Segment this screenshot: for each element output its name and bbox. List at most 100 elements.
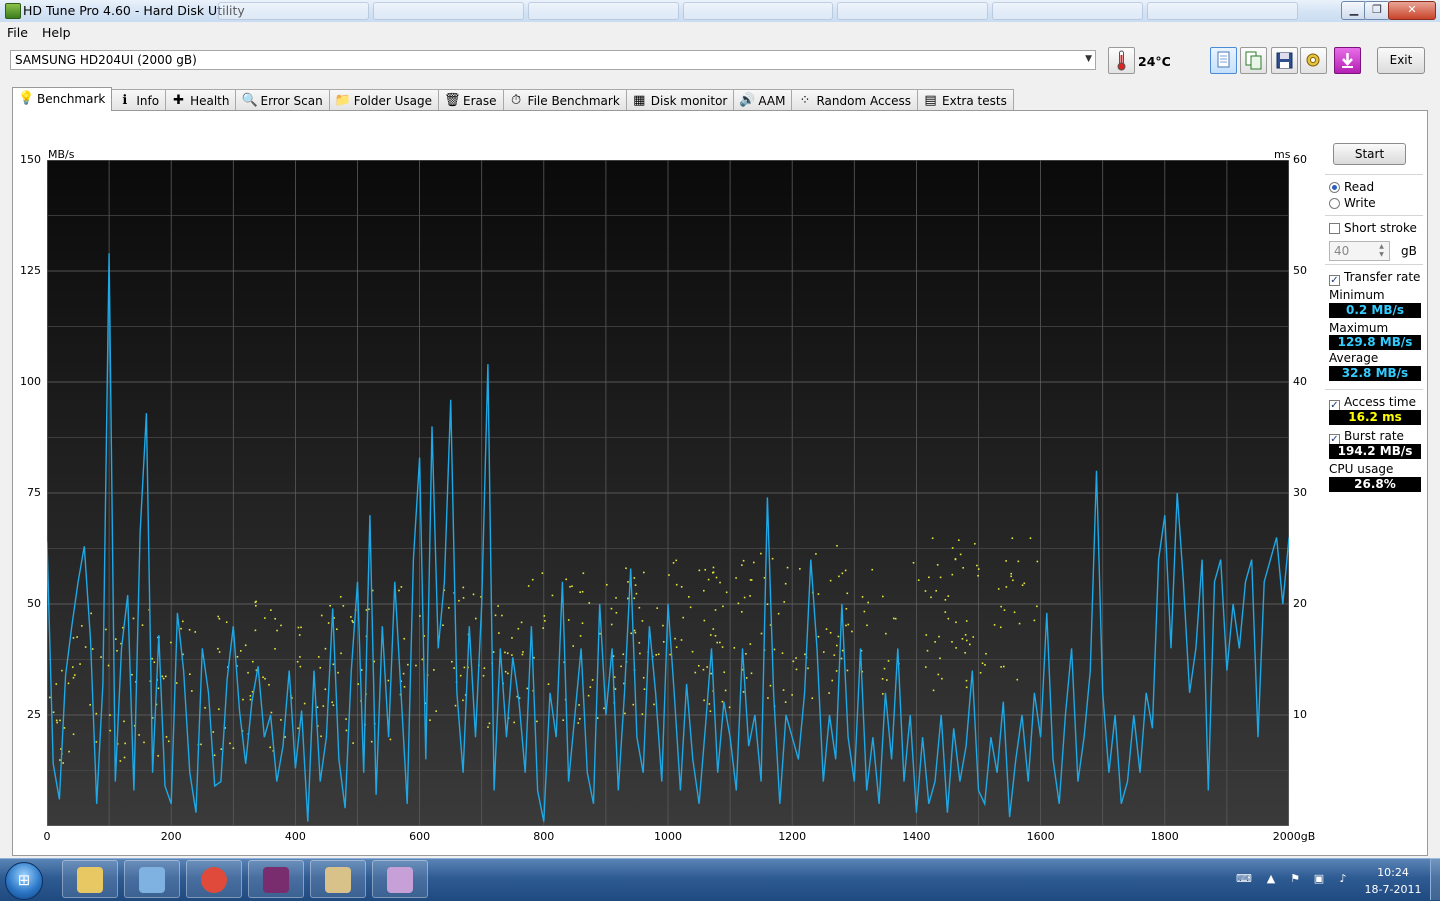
short-stroke-spinner[interactable]: ▲ ▼ [1375, 243, 1388, 259]
access-time-point [459, 674, 462, 677]
erase-icon: 🗑 [444, 93, 461, 108]
burst-rate-option[interactable]: ✓ Burst rate [1329, 429, 1404, 445]
volume-icon[interactable]: ♪ [1336, 872, 1350, 886]
windows-start-button[interactable]: ⊞ [5, 862, 43, 900]
chevron-up-icon[interactable]: ▲ [1264, 872, 1278, 886]
access-time-point [941, 677, 943, 680]
control-panel-taskbar-button[interactable] [124, 860, 180, 898]
short-stroke-checkbox[interactable] [1329, 223, 1340, 234]
transfer-rate-option[interactable]: ✓ Transfer rate [1329, 270, 1420, 286]
copy-text-icon[interactable] [1210, 47, 1237, 74]
tab-benchmark[interactable]: 💡 Benchmark [12, 87, 113, 111]
short-stroke-option[interactable]: Short stroke [1329, 221, 1417, 235]
access-time-point [634, 584, 637, 586]
tab-random-access[interactable]: ⁘ Random Access [791, 89, 919, 111]
write-radio[interactable] [1329, 198, 1340, 209]
access-time-option[interactable]: ✓ Access time [1329, 395, 1416, 411]
access-time-point [838, 575, 840, 578]
access-time-point [497, 605, 499, 607]
access-time-point [89, 704, 91, 706]
exit-button[interactable]: Exit [1377, 47, 1425, 74]
paint-taskbar-button[interactable] [372, 860, 428, 898]
access-time-point [882, 595, 884, 598]
aam-icon: 🔊 [739, 93, 756, 108]
tab-disk-monitor[interactable]: ▦ Disk monitor [625, 89, 735, 111]
access-time-point [451, 660, 453, 663]
thermometer-icon[interactable] [1108, 47, 1135, 74]
menu-help[interactable]: Help [42, 25, 71, 40]
access-time-point [749, 643, 752, 645]
average-label: Average [1329, 351, 1379, 365]
access-time-point [232, 747, 235, 750]
chrome-taskbar-button[interactable] [186, 860, 242, 898]
access-time-point [844, 569, 847, 572]
tab-aam[interactable]: 🔊 AAM [733, 89, 793, 111]
access-time-point [886, 679, 888, 681]
tab-label: Random Access [816, 94, 912, 108]
access-time-point [1036, 605, 1038, 608]
access-time-point [1005, 560, 1007, 562]
tab-file-benchmark[interactable]: ⏱ File Benchmark [502, 89, 627, 111]
action-center-icon[interactable]: ⚑ [1288, 872, 1302, 886]
save-icon[interactable] [1271, 47, 1298, 74]
tab-health[interactable]: ✚ Health [165, 89, 237, 111]
access-time-point [569, 585, 571, 588]
access-time-point [712, 566, 715, 569]
access-time-point [429, 719, 431, 721]
access-time-point [613, 676, 616, 678]
explorer-taskbar-button[interactable] [62, 860, 118, 898]
start-button[interactable]: Start [1333, 143, 1406, 165]
access-time-point [957, 539, 960, 541]
keyboard-icon[interactable]: ⌨ [1236, 872, 1252, 886]
access-time-point [204, 707, 206, 709]
access-time-point [981, 662, 984, 665]
show-desktop-button[interactable] [1430, 858, 1440, 900]
access-time-point [62, 762, 64, 764]
access-time-point [733, 647, 736, 649]
download-icon[interactable] [1334, 47, 1361, 74]
read-option[interactable]: Read [1329, 180, 1374, 194]
access-time-point [985, 652, 987, 655]
access-time-point [964, 651, 966, 654]
hdtune-taskbar-button[interactable] [310, 860, 366, 898]
drive-select[interactable]: SAMSUNG HD204UI (2000 gB) ▼ [10, 50, 1096, 70]
chevron-down-icon[interactable]: ▼ [1085, 54, 1092, 64]
transfer-rate-label: Transfer rate [1344, 270, 1421, 284]
tray-clock[interactable]: 10:24 18-7-2011 [1360, 866, 1426, 896]
access-time-point [643, 571, 645, 574]
access-time-point [783, 601, 786, 603]
tab-folder-usage[interactable]: 📁 Folder Usage [328, 89, 440, 111]
access-time-point [320, 614, 323, 617]
options-icon[interactable] [1300, 47, 1327, 74]
tab-extra-tests[interactable]: ▤ Extra tests [917, 89, 1014, 111]
access-time-point [786, 566, 789, 569]
tab-info[interactable]: ℹ Info [111, 89, 167, 111]
access-time-point [833, 654, 836, 656]
access-time-point [925, 634, 928, 636]
winrar-taskbar-button[interactable] [248, 860, 304, 898]
tab-erase[interactable]: 🗑 Erase [438, 89, 504, 111]
access-time-point [716, 641, 719, 644]
access-time-point [972, 636, 975, 638]
close-button[interactable]: ✕ [1388, 1, 1436, 20]
access-time-point [944, 611, 947, 613]
access-time-point [769, 684, 772, 687]
network-icon[interactable]: ▣ [1312, 872, 1326, 886]
title-bar: HD Tune Pro 4.60 - Hard Disk Utility ▁ ❐… [0, 0, 1440, 23]
divider [1325, 215, 1423, 216]
menu-file[interactable]: File [7, 25, 28, 40]
copy-screenshot-icon[interactable] [1240, 47, 1267, 74]
access-time-point [501, 614, 503, 617]
access-time-point [109, 729, 112, 732]
access-time-point [867, 601, 870, 604]
access-time-point [1003, 609, 1006, 611]
thermometer-icon-graphic [1117, 50, 1126, 71]
tab-error-scan[interactable]: 🔍 Error Scan [235, 89, 330, 111]
access-time-point [254, 629, 257, 632]
transfer-rate-checkbox[interactable]: ✓ [1329, 275, 1340, 286]
maximize-button[interactable]: ❐ [1364, 1, 1390, 20]
access-time-point [398, 589, 400, 592]
write-option[interactable]: Write [1329, 196, 1376, 210]
access-time-point [329, 604, 331, 607]
read-radio[interactable] [1329, 182, 1340, 193]
